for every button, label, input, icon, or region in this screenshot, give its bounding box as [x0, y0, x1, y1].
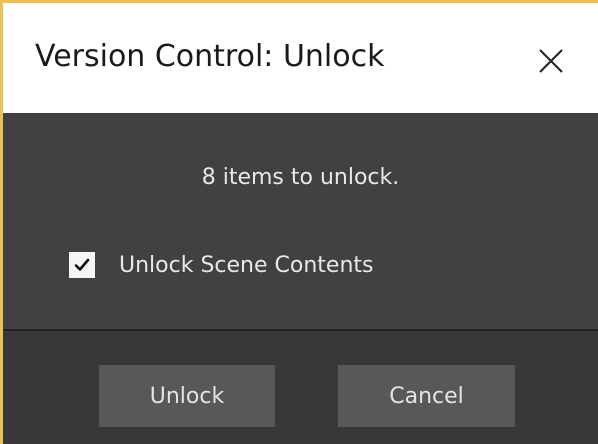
unlock-button[interactable]: Unlock: [99, 365, 275, 427]
unlock-scene-contents-option[interactable]: Unlock Scene Contents: [69, 248, 373, 282]
unlock-dialog: Version Control: Unlock 8 items to unloc…: [0, 0, 598, 444]
dialog-title: Version Control: Unlock: [35, 39, 385, 74]
close-button[interactable]: [523, 33, 579, 89]
unlock-scene-contents-checkbox[interactable]: [69, 252, 95, 278]
dialog-body: 8 items to unlock. Unlock Scene Contents: [3, 113, 598, 329]
checkbox-label: Unlock Scene Contents: [119, 252, 374, 278]
close-icon: [539, 49, 563, 73]
dialog-footer: Unlock Cancel: [3, 331, 598, 444]
cancel-button[interactable]: Cancel: [338, 365, 515, 427]
unlock-message: 8 items to unlock.: [201, 165, 400, 190]
title-bar: Version Control: Unlock: [3, 3, 598, 113]
checkmark-icon: [74, 258, 90, 271]
